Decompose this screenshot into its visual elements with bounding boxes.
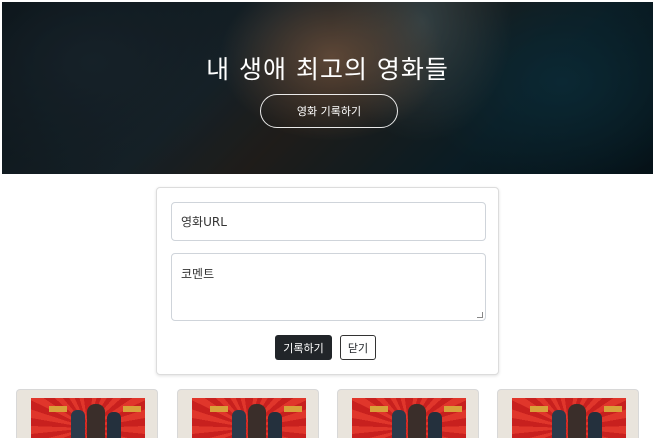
movie-url-input[interactable]: 영화URL	[171, 202, 486, 241]
posting-form-card: 영화URL 코멘트 기록하기 닫기	[156, 187, 499, 375]
save-button[interactable]: 기록하기	[275, 335, 332, 360]
movie-card[interactable]	[337, 389, 479, 438]
comment-placeholder: 코멘트	[181, 267, 215, 281]
movie-card[interactable]	[497, 389, 639, 438]
close-button[interactable]: 닫기	[340, 335, 376, 360]
movie-poster-image	[192, 398, 306, 438]
comment-textarea[interactable]: 코멘트	[171, 253, 486, 321]
movie-poster-image	[512, 398, 626, 438]
movie-poster-image	[352, 398, 466, 438]
resize-handle-icon[interactable]	[477, 312, 483, 318]
open-form-button[interactable]: 영화 기록하기	[260, 94, 398, 128]
movie-card[interactable]	[177, 389, 319, 438]
movie-card[interactable]	[16, 389, 158, 438]
movie-poster-image	[31, 398, 145, 438]
hero-title: 내 생애 최고의 영화들	[206, 55, 449, 84]
hero-banner: 내 생애 최고의 영화들 영화 기록하기	[2, 2, 653, 174]
